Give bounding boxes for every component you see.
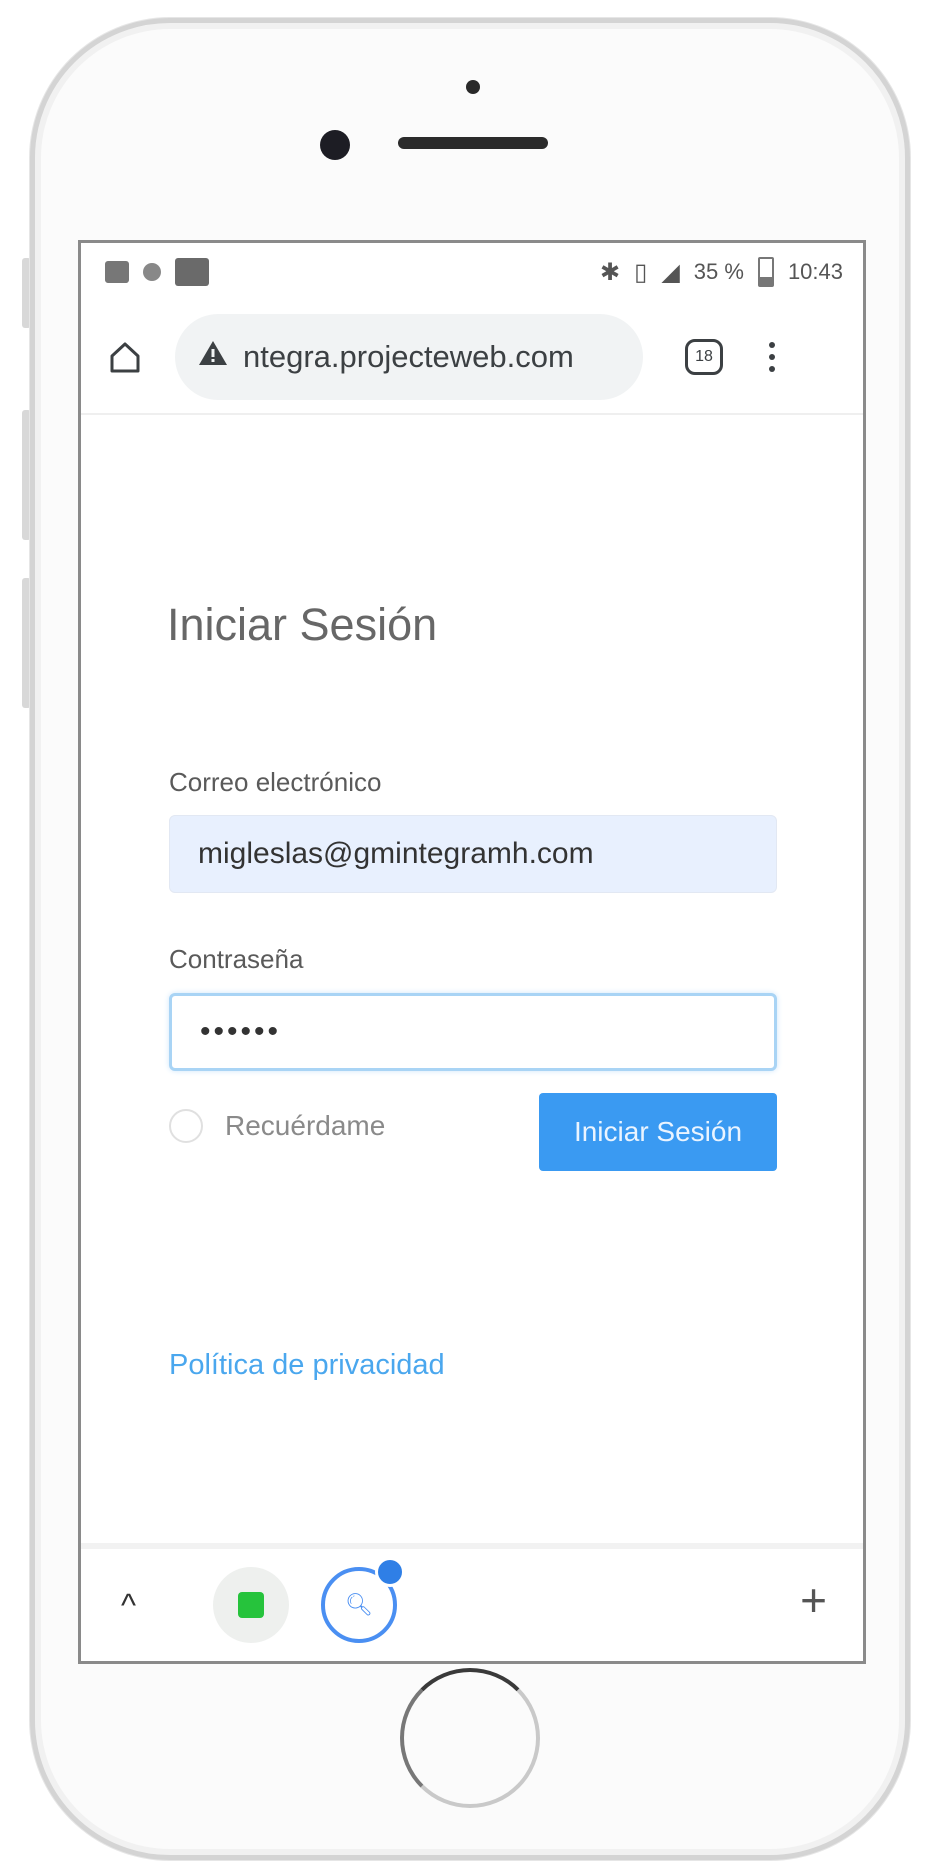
clock: 10:43	[787, 259, 843, 284]
url-text: ntegra.projecteweb.com	[243, 339, 574, 374]
remember-me-radio[interactable]	[169, 1109, 203, 1143]
site-favicon-icon	[238, 1592, 264, 1618]
warning-icon	[197, 339, 229, 375]
tab-strip: ^ 🔍︎ +	[81, 1543, 863, 1661]
address-bar[interactable]: ntegra.projecteweb.com	[175, 314, 643, 400]
calendar-notification-icon	[105, 261, 129, 283]
remember-me-option[interactable]: Recuérdame	[169, 1109, 385, 1143]
page-title: Iniciar Sesión	[167, 599, 438, 650]
login-page: Iniciar Sesión Correo electrónico Contra…	[81, 417, 863, 1542]
browser-toolbar: ntegra.projecteweb.com 18	[81, 301, 863, 415]
remember-me-label: Recuérdame	[225, 1110, 386, 1141]
front-camera	[320, 130, 350, 160]
login-button[interactable]: Iniciar Sesión	[539, 1093, 777, 1171]
signal-icon: ◢	[661, 258, 680, 286]
vibrate-icon: ▯	[634, 258, 648, 286]
battery-icon	[757, 257, 774, 287]
tab-switcher-icon[interactable]: 18	[685, 339, 723, 375]
search-icon: 🔍︎	[345, 1592, 373, 1617]
new-tab-icon[interactable]: +	[800, 1577, 827, 1623]
home-icon[interactable]	[105, 337, 145, 377]
privacy-policy-link[interactable]: Política de privacidad	[169, 1349, 445, 1382]
proximity-sensor	[466, 80, 480, 94]
tab-badge	[375, 1557, 405, 1587]
phone-screen: ✱ ▯ ◢ 35 % 10:43 ntegra.projecteweb.com …	[78, 240, 866, 1664]
tab-count: 18	[695, 348, 713, 365]
status-bar: ✱ ▯ ◢ 35 % 10:43	[81, 243, 863, 301]
tab-thumbnail-1[interactable]	[213, 1567, 289, 1643]
email-field[interactable]	[169, 815, 777, 893]
sync-notification-icon	[143, 263, 161, 281]
bluetooth-icon: ✱	[599, 258, 621, 286]
more-vert-icon[interactable]	[769, 342, 775, 372]
home-button	[400, 1668, 540, 1808]
earpiece-speaker	[398, 137, 548, 149]
image-notification-icon	[175, 258, 209, 286]
password-label: Contraseña	[169, 944, 304, 974]
chevron-up-icon[interactable]: ^	[121, 1587, 136, 1624]
battery-percent: 35 %	[693, 259, 744, 284]
password-field[interactable]	[169, 993, 777, 1071]
email-label: Correo electrónico	[169, 767, 382, 797]
